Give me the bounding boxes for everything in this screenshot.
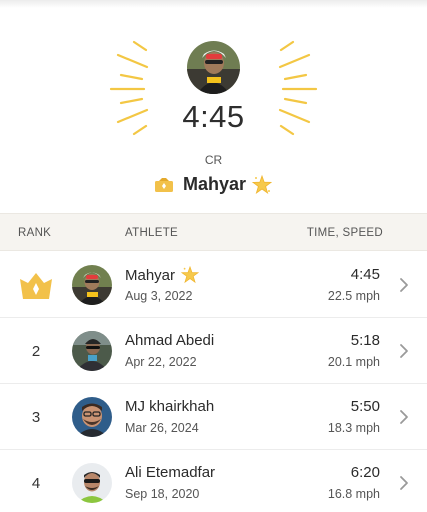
chevron-right-icon [400, 344, 408, 358]
athlete-name: MJ khairkhah [125, 398, 215, 415]
course-record-label: CR [204, 153, 223, 167]
header-time-speed: TIME, SPEED [306, 227, 383, 239]
avatar[interactable] [72, 397, 112, 437]
effort-speed: 22.5 mph [327, 289, 380, 303]
chevron-right-icon [400, 410, 408, 424]
leaderboard-row-1[interactable]: Mahyar Aug 3, 2022 4:45 22.5 mph [0, 252, 427, 318]
effort-time: 5:18 [350, 332, 380, 349]
avatar[interactable] [72, 265, 112, 305]
leaderboard-row-2[interactable]: 2 Ahmad Abedi Apr 22, 2022 5:18 20.1 mph [0, 318, 427, 384]
leaderboard-header: RANK ATHLETE TIME, SPEED [0, 213, 427, 251]
crown-icon [20, 273, 52, 299]
rank-number: 2 [31, 342, 41, 360]
star-icon [252, 174, 273, 194]
crown-badge-icon [154, 177, 173, 192]
chevron-right-icon [400, 278, 408, 292]
leader-hero: 4:45 CR Mahyar [0, 0, 427, 212]
effort-speed: 16.8 mph [327, 487, 380, 501]
champion-name: Mahyar [182, 174, 247, 194]
header-rank: RANK [18, 227, 52, 239]
star-icon [181, 266, 200, 284]
rank-crown [18, 252, 54, 318]
effort-speed: 18.3 mph [327, 421, 380, 435]
chevron-right-icon [400, 476, 408, 490]
leaderboard-row-4[interactable]: 4 Ali Etemadfar Sep 18, 2020 6:20 16.8 m… [0, 450, 427, 512]
champion-name-row[interactable]: Mahyar [0, 174, 427, 195]
effort-date: Mar 26, 2024 [125, 421, 199, 435]
rank-number: 4 [31, 474, 41, 492]
effort-time: 5:50 [350, 398, 380, 415]
effort-date: Sep 18, 2020 [125, 487, 200, 501]
effort-date: Apr 22, 2022 [125, 355, 197, 369]
athlete-name: Ali Etemadfar [125, 464, 216, 481]
avatar[interactable] [72, 463, 112, 503]
effort-time: 6:20 [350, 464, 380, 481]
champion-avatar[interactable] [187, 41, 240, 94]
effort-time: 4:45 [350, 266, 380, 283]
athlete-name: Mahyar [125, 266, 200, 284]
leaderboard-row-3[interactable]: 3 MJ khairkhah Mar 26, 2024 5:50 18.3 mp… [0, 384, 427, 450]
champion-time: 4:45 [182, 99, 245, 134]
effort-speed: 20.1 mph [327, 355, 380, 369]
rank-number: 3 [31, 408, 41, 426]
avatar[interactable] [72, 331, 112, 371]
effort-date: Aug 3, 2022 [125, 289, 193, 303]
header-athlete: ATHLETE [125, 227, 179, 239]
athlete-name: Ahmad Abedi [125, 332, 215, 349]
